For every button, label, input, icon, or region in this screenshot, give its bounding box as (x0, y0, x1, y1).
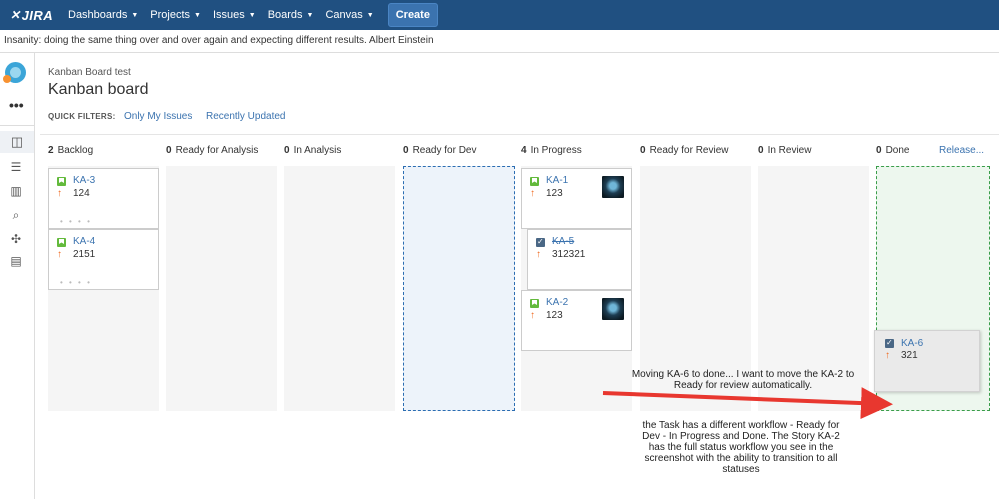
arrow-shaft (602, 387, 893, 420)
annotation-note-moving: Moving KA-6 to done... I want to move th… (631, 369, 855, 391)
annotation-arrow (602, 387, 893, 420)
annotation-note-workflow: the Task has a different workflow - Read… (642, 420, 840, 475)
